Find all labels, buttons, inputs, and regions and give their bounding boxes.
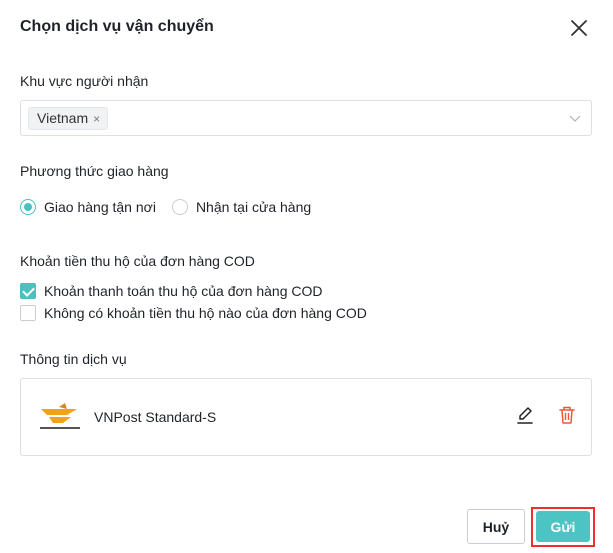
radio-option-home-delivery[interactable]: Giao hàng tận nơi <box>20 199 156 215</box>
checkbox-option-no-cod[interactable]: Không có khoản tiền thu hộ nào của đơn h… <box>20 305 367 321</box>
recipient-area-label: Khu vực người nhận <box>20 73 149 89</box>
service-card: VNPost Standard-S <box>20 378 592 456</box>
trash-icon[interactable] <box>557 405 577 425</box>
delivery-method-group: Giao hàng tận nơi Nhận tại cửa hàng <box>20 199 311 215</box>
dialog-title: Chọn dịch vụ vận chuyển <box>20 18 214 35</box>
selected-tag-vietnam: Vietnam × <box>28 107 109 130</box>
radio-label: Giao hàng tận nơi <box>44 199 156 215</box>
chevron-down-icon[interactable] <box>569 112 581 124</box>
service-name: VNPost Standard-S <box>94 409 217 425</box>
pencil-icon[interactable] <box>515 405 535 425</box>
vnpost-logo-icon <box>40 403 80 429</box>
radio-button[interactable] <box>20 199 36 215</box>
checkbox-option-cod-payment[interactable]: Khoản thanh toán thu hộ của đơn hàng COD <box>20 283 323 299</box>
radio-option-store-pickup[interactable]: Nhận tại cửa hàng <box>171 199 312 215</box>
tag-remove-icon[interactable]: × <box>93 113 100 125</box>
shipping-service-dialog: Chọn dịch vụ vận chuyển Khu vực người nh… <box>0 0 613 553</box>
cod-label: Khoản tiền thu hộ của đơn hàng COD <box>20 253 255 269</box>
checkbox-label: Khoản thanh toán thu hộ của đơn hàng COD <box>44 283 323 299</box>
checkbox[interactable] <box>20 283 36 299</box>
checkbox[interactable] <box>20 305 36 321</box>
submit-button[interactable]: Gửi <box>536 511 590 542</box>
radio-button[interactable] <box>171 199 188 215</box>
tag-label: Vietnam <box>37 110 89 126</box>
delivery-method-label: Phương thức giao hàng <box>20 163 169 179</box>
close-icon[interactable] <box>569 18 589 38</box>
recipient-area-select[interactable]: Vietnam × <box>20 100 592 136</box>
service-info-label: Thông tin dịch vụ <box>20 351 127 367</box>
cancel-button[interactable]: Huỷ <box>467 509 525 544</box>
checkbox-label: Không có khoản tiền thu hộ nào của đơn h… <box>44 305 367 321</box>
radio-label: Nhận tại cửa hàng <box>195 199 312 215</box>
